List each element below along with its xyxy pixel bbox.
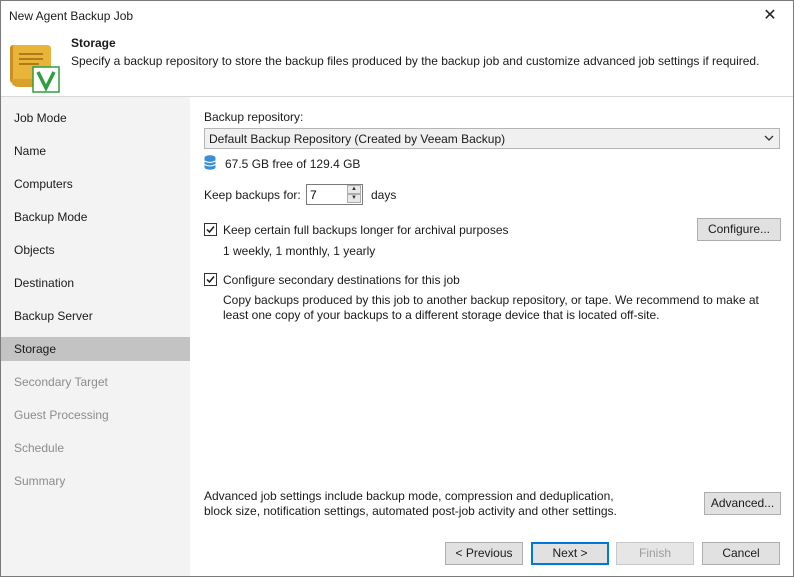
keep-backups-input[interactable] bbox=[308, 186, 348, 203]
nav-item-backup-mode[interactable]: Backup Mode bbox=[1, 205, 190, 229]
nav-item-job-mode[interactable]: Job Mode bbox=[1, 106, 190, 130]
advanced-button[interactable]: Advanced... bbox=[704, 492, 781, 515]
nav-item-computers[interactable]: Computers bbox=[1, 172, 190, 196]
cancel-button[interactable]: Cancel bbox=[702, 542, 780, 565]
nav-item-storage[interactable]: Storage bbox=[1, 337, 190, 361]
stepper-down-icon[interactable]: ▼ bbox=[347, 194, 361, 203]
step-title: Storage bbox=[71, 36, 116, 50]
checkmark-icon bbox=[206, 226, 215, 234]
stepper-up-icon[interactable]: ▲ bbox=[347, 185, 361, 194]
secondary-description-line2: least one copy of your backups to a diff… bbox=[223, 308, 660, 322]
repository-select[interactable]: Default Backup Repository (Created by Ve… bbox=[204, 128, 780, 149]
secondary-description-line1: Copy backups produced by this job to ano… bbox=[223, 293, 759, 307]
nav-item-backup-server[interactable]: Backup Server bbox=[1, 304, 190, 328]
previous-button[interactable]: < Previous bbox=[445, 542, 523, 565]
title-bar: New Agent Backup Job ✕ bbox=[1, 1, 793, 31]
archival-checkbox[interactable] bbox=[204, 223, 217, 236]
nav-item-destination[interactable]: Destination bbox=[1, 271, 190, 295]
step-header: Storage Specify a backup repository to s… bbox=[1, 31, 793, 97]
nav-item-secondary-target: Secondary Target bbox=[14, 375, 108, 389]
configure-button[interactable]: Configure... bbox=[697, 218, 781, 241]
secondary-destinations-label[interactable]: Configure secondary destinations for thi… bbox=[223, 273, 460, 287]
repository-label: Backup repository: bbox=[204, 110, 304, 124]
nav-item-summary: Summary bbox=[14, 474, 66, 488]
archival-detail: 1 weekly, 1 monthly, 1 yearly bbox=[223, 244, 376, 258]
wizard-steps-sidebar: Job Mode Name Computers Backup Mode Obje… bbox=[1, 97, 190, 576]
secondary-destinations-checkbox[interactable] bbox=[204, 273, 217, 286]
free-space-text: 67.5 GB free of 129.4 GB bbox=[225, 157, 361, 171]
chevron-down-icon bbox=[764, 135, 774, 141]
checkmark-icon bbox=[206, 276, 215, 284]
nav-item-guest-processing: Guest Processing bbox=[14, 408, 109, 422]
finish-button: Finish bbox=[616, 542, 694, 565]
window-title: New Agent Backup Job bbox=[9, 9, 134, 23]
nav-item-schedule: Schedule bbox=[14, 441, 65, 455]
wizard-window: New Agent Backup Job ✕ Storage Specify a… bbox=[0, 0, 794, 577]
advanced-text-line1: Advanced job settings include backup mod… bbox=[204, 489, 614, 503]
repository-select-value: Default Backup Repository (Created by Ve… bbox=[209, 132, 506, 146]
advanced-text-line2: block size, notification settings, autom… bbox=[204, 504, 617, 518]
database-icon bbox=[204, 155, 216, 170]
nav-item-objects[interactable]: Objects bbox=[1, 238, 190, 262]
close-icon[interactable]: ✕ bbox=[747, 1, 793, 31]
keep-backups-label: Keep backups for: bbox=[204, 188, 301, 202]
storage-settings-panel: Backup repository: Default Backup Reposi… bbox=[191, 97, 793, 535]
keep-backups-stepper[interactable]: ▲ ▼ bbox=[306, 184, 363, 205]
keep-backups-unit: days bbox=[371, 188, 397, 202]
nav-item-name[interactable]: Name bbox=[1, 139, 190, 163]
next-button[interactable]: Next > bbox=[531, 542, 609, 565]
wizard-footer: < Previous Next > Finish Cancel bbox=[191, 535, 793, 576]
step-description: Specify a backup repository to store the… bbox=[71, 54, 760, 68]
archival-label[interactable]: Keep certain full backups longer for arc… bbox=[223, 223, 509, 237]
scroll-checkmark-icon bbox=[10, 45, 60, 93]
